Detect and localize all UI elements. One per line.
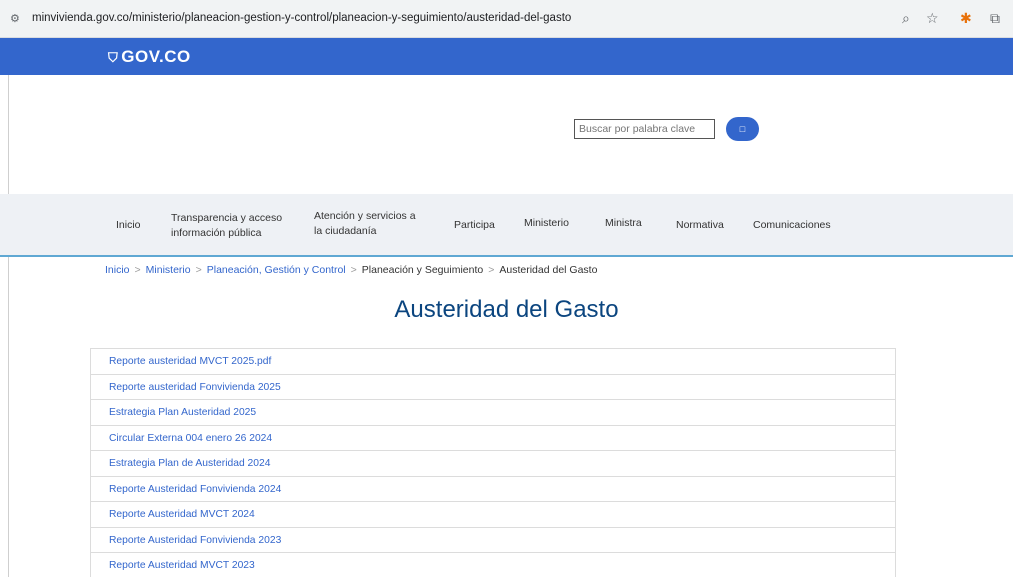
browser-address-bar: ⚙ minvivienda.gov.co/ministerio/planeaci… — [0, 0, 1013, 38]
document-link[interactable]: Reporte austeridad Fonvivienda 2025 — [91, 375, 895, 400]
document-link[interactable]: Circular Externa 004 enero 26 2024 — [91, 426, 895, 451]
search-button[interactable]: □ — [726, 117, 759, 141]
nav-item-normativa[interactable]: Normativa — [676, 218, 724, 233]
document-link[interactable]: Reporte Austeridad MVCT 2023 — [91, 553, 895, 577]
breadcrumb-item[interactable]: Ministerio — [146, 264, 191, 276]
nav-item-ministra[interactable]: Ministra — [605, 216, 642, 231]
breadcrumb-item[interactable]: Inicio — [105, 264, 130, 276]
breadcrumb-separator: > — [195, 264, 202, 276]
document-link[interactable]: Reporte Austeridad MVCT 2024 — [91, 502, 895, 528]
nav-item-participa[interactable]: Participa — [454, 218, 495, 233]
document-link[interactable]: Reporte austeridad MVCT 2025.pdf — [91, 349, 895, 375]
nav-item-label-line2: información pública — [171, 227, 262, 239]
breadcrumb: Inicio > Ministerio > Planeación, Gestión y … — [105, 264, 597, 276]
nav-item-inicio[interactable]: Inicio — [116, 218, 141, 233]
document-link[interactable]: Reporte Austeridad Fonvivienda 2023 — [91, 528, 895, 553]
main-nav: Inicio Transparencia y acceso informació… — [0, 194, 1013, 257]
govco-logo[interactable]: ⛉ GOV.CO — [108, 47, 191, 67]
bookmark-star-icon[interactable]: ☆ — [926, 10, 939, 27]
breadcrumb-separator: > — [350, 264, 357, 276]
nav-item-label-line1: Atención y servicios a — [314, 210, 416, 222]
nav-item-comunicaciones[interactable]: Comunicaciones — [753, 218, 831, 233]
breadcrumb-separator: > — [134, 264, 141, 276]
search-input[interactable] — [574, 119, 715, 139]
gov-header-bar: ⛉ GOV.CO — [0, 38, 1013, 75]
govco-logo-text: GOV.CO — [121, 47, 191, 66]
nav-item-atencion[interactable]: Atención y servicios a la ciudadanía — [314, 209, 416, 239]
document-link[interactable]: Reporte Austeridad Fonvivienda 2024 — [91, 477, 895, 502]
document-list: Reporte austeridad MVCT 2025.pdf Reporte… — [90, 348, 896, 577]
page-title: Austeridad del Gasto — [394, 296, 619, 323]
breadcrumb-item[interactable]: Planeación, Gestión y Control — [207, 264, 346, 276]
breadcrumb-item[interactable]: Planeación y Seguimiento — [362, 264, 483, 276]
nav-item-label-line1: Transparencia y acceso — [171, 212, 283, 224]
extensions-puzzle-icon[interactable]: ⧉ — [990, 10, 1000, 27]
zoom-icon[interactable]: ⌕ — [902, 10, 910, 27]
breadcrumb-separator: > — [488, 264, 495, 276]
extension-icon[interactable]: ✱ — [960, 10, 972, 27]
nav-item-transparencia[interactable]: Transparencia y acceso información públi… — [171, 211, 282, 241]
url-field[interactable]: minvivienda.gov.co/ministerio/planeacion… — [32, 12, 571, 24]
document-link[interactable]: Estrategia Plan de Austeridad 2024 — [91, 451, 895, 477]
shield-icon: ⛉ — [108, 50, 119, 65]
nav-item-ministerio[interactable]: Ministerio — [524, 216, 569, 231]
site-settings-icon[interactable]: ⚙ — [10, 12, 20, 25]
document-link[interactable]: Estrategia Plan Austeridad 2025 — [91, 400, 895, 426]
breadcrumb-current: Austeridad del Gasto — [499, 264, 598, 276]
nav-item-label-line2: la ciudadanía — [314, 225, 377, 237]
